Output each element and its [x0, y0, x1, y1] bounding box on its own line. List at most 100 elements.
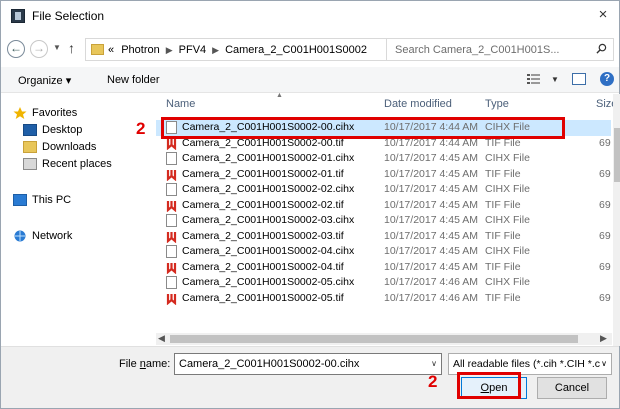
table-row[interactable]: Camera_2_C001H001S0002-05.cihx 10/17/2017…	[156, 275, 611, 291]
table-row[interactable]: Camera_2_C001H001S0002-01.tif 10/17/2017 …	[156, 167, 611, 183]
scroll-right-icon[interactable]: ▶	[600, 333, 607, 344]
network-icon	[14, 230, 26, 242]
tif-file-icon	[166, 200, 177, 212]
downloads-icon	[23, 141, 37, 153]
date-modified-cell: 10/17/2017 4:45 AM	[384, 167, 478, 180]
annotation-highlight-open	[457, 372, 521, 399]
file-name-cell: Camera_2_C001H001S0002-04.tif	[182, 260, 344, 273]
chevron-right-icon: ▶	[212, 45, 220, 55]
search-icon[interactable]	[596, 43, 607, 54]
column-header-date[interactable]: Date modified	[384, 98, 452, 110]
table-row[interactable]: Camera_2_C001H001S0002-01.cihx 10/17/2017…	[156, 151, 611, 167]
search-input[interactable]: Search Camera_2_C001H001S...	[386, 38, 614, 61]
file-type-cell: CIHX File	[485, 245, 530, 257]
tif-file-icon	[166, 293, 177, 305]
file-type-cell: CIHX File	[485, 152, 530, 164]
breadcrumb-item[interactable]: Camera_2_C001H001S0002	[225, 44, 367, 56]
file-type-cell: TIF File	[485, 229, 521, 242]
address-bar[interactable]: « Photron▶PFV4▶Camera_2_C001H001S0002 ∨ …	[85, 38, 461, 61]
file-name-cell: Camera_2_C001H001S0002-01.cihx	[182, 152, 355, 164]
recent-locations-dropdown[interactable]: ▼	[53, 43, 61, 52]
nav-recent-places-label: Recent places	[42, 158, 112, 170]
date-modified-cell: 10/17/2017 4:45 AM	[384, 152, 478, 164]
file-size-cell: 69	[599, 260, 611, 273]
table-row[interactable]: Camera_2_C001H001S0002-03.tif 10/17/2017 …	[156, 229, 611, 245]
file-size-cell: 69	[599, 229, 611, 242]
command-bar: Organize ▾ New folder ▼ ?	[1, 67, 619, 93]
nav-desktop-label: Desktop	[42, 124, 83, 136]
table-row[interactable]: Camera_2_C001H001S0002-04.cihx 10/17/2017…	[156, 244, 611, 260]
nav-recent-places[interactable]: Recent places	[23, 158, 112, 170]
vertical-scrollbar-thumb[interactable]	[614, 128, 620, 182]
sort-ascending-icon: ▲	[276, 92, 283, 99]
back-button[interactable]: ←	[7, 40, 25, 58]
cihx-file-icon	[166, 183, 177, 196]
cihx-file-icon	[166, 214, 177, 227]
file-name-cell: Camera_2_C001H001S0002-01.tif	[182, 167, 344, 180]
recent-places-icon	[23, 158, 37, 170]
file-name-cell: Camera_2_C001H001S0002-04.cihx	[182, 245, 355, 257]
nav-this-pc[interactable]: This PC	[13, 194, 71, 206]
footer-panel: File name: Camera_2_C001H001S0002-00.cih…	[1, 346, 619, 408]
close-button[interactable]: ×	[593, 5, 613, 25]
navigation-pane: Favorites Desktop Downloads Recent place…	[1, 94, 153, 346]
cancel-button[interactable]: Cancel	[537, 377, 607, 399]
file-type-filter-value: All readable files (*.cih *.CIH *.c	[453, 358, 601, 370]
file-name-cell: Camera_2_C001H001S0002-03.tif	[182, 229, 344, 242]
help-icon[interactable]: ?	[600, 72, 614, 86]
view-options-icon[interactable]	[527, 73, 541, 85]
nav-downloads-label: Downloads	[42, 141, 97, 153]
preview-pane-icon[interactable]	[572, 73, 586, 85]
file-name-cell: Camera_2_C001H001S0002-02.tif	[182, 198, 344, 211]
file-type-cell: TIF File	[485, 167, 521, 180]
file-name-label-prefix: File	[119, 358, 140, 370]
table-row[interactable]: Camera_2_C001H001S0002-04.tif 10/17/2017 …	[156, 260, 611, 276]
table-row[interactable]: Camera_2_C001H001S0002-02.cihx 10/17/2017…	[156, 182, 611, 198]
nav-desktop[interactable]: Desktop	[23, 124, 82, 136]
scroll-left-icon[interactable]: ◀	[158, 333, 165, 344]
nav-network[interactable]: Network	[13, 230, 72, 242]
file-type-cell: TIF File	[485, 198, 521, 211]
window-title: File Selection	[32, 9, 105, 23]
date-modified-cell: 10/17/2017 4:45 AM	[384, 245, 478, 257]
breadcrumb-item[interactable]: Photron	[121, 44, 160, 56]
horizontal-scrollbar-thumb[interactable]	[170, 335, 578, 343]
file-type-cell: CIHX File	[485, 183, 530, 195]
forward-button[interactable]: →	[30, 40, 48, 58]
file-name-input[interactable]: Camera_2_C001H001S0002-00.cihx ∨	[174, 353, 442, 375]
file-name-label: File name:	[119, 358, 170, 370]
organize-button[interactable]: Organize ▾	[18, 74, 71, 87]
file-name-cell: Camera_2_C001H001S0002-03.cihx	[182, 214, 355, 226]
address-row: ← → ▼ ↑ « Photron ▶ PFV4 ▶ Camera_2_C001H001…	[1, 37, 619, 63]
column-header-name-label: Name	[166, 98, 196, 110]
up-button[interactable]: ↑	[68, 40, 75, 56]
tif-file-icon	[166, 169, 177, 181]
date-modified-cell: 10/17/2017 4:46 AM	[384, 276, 478, 288]
file-size-cell: 69	[599, 291, 611, 304]
date-modified-cell: 10/17/2017 4:45 AM	[384, 214, 478, 226]
nav-favorites[interactable]: Favorites	[13, 107, 77, 119]
file-name-value: Camera_2_C001H001S0002-00.cihx	[179, 358, 360, 370]
column-header-name[interactable]: Name	[166, 98, 195, 110]
column-header-type[interactable]: Type	[485, 98, 509, 110]
date-modified-cell: 10/17/2017 4:45 AM	[384, 183, 478, 195]
this-pc-icon	[13, 194, 27, 206]
tif-file-icon	[166, 262, 177, 274]
table-row[interactable]: Camera_2_C001H001S0002-05.tif 10/17/2017 …	[156, 291, 611, 307]
file-size-cell: 69	[599, 167, 611, 180]
horizontal-scrollbar[interactable]: ◀ ▶	[156, 333, 612, 345]
view-dropdown-icon[interactable]: ▼	[551, 75, 559, 84]
date-modified-cell: 10/17/2017 4:45 AM	[384, 198, 478, 211]
title-bar: File Selection ×	[1, 1, 619, 31]
file-size-cell: 69	[599, 136, 611, 149]
table-row[interactable]: Camera_2_C001H001S0002-02.tif 10/17/2017 …	[156, 198, 611, 214]
chevron-down-icon[interactable]: ∨	[601, 359, 607, 368]
nav-downloads[interactable]: Downloads	[23, 141, 96, 153]
breadcrumb-item[interactable]: PFV4	[179, 44, 207, 56]
breadcrumb-overflow[interactable]: «	[108, 44, 114, 56]
chevron-down-icon[interactable]: ∨	[431, 359, 437, 368]
file-type-cell: TIF File	[485, 291, 521, 304]
new-folder-button[interactable]: New folder	[107, 74, 160, 86]
table-row[interactable]: Camera_2_C001H001S0002-03.cihx 10/17/2017…	[156, 213, 611, 229]
vertical-scrollbar[interactable]	[613, 94, 620, 346]
